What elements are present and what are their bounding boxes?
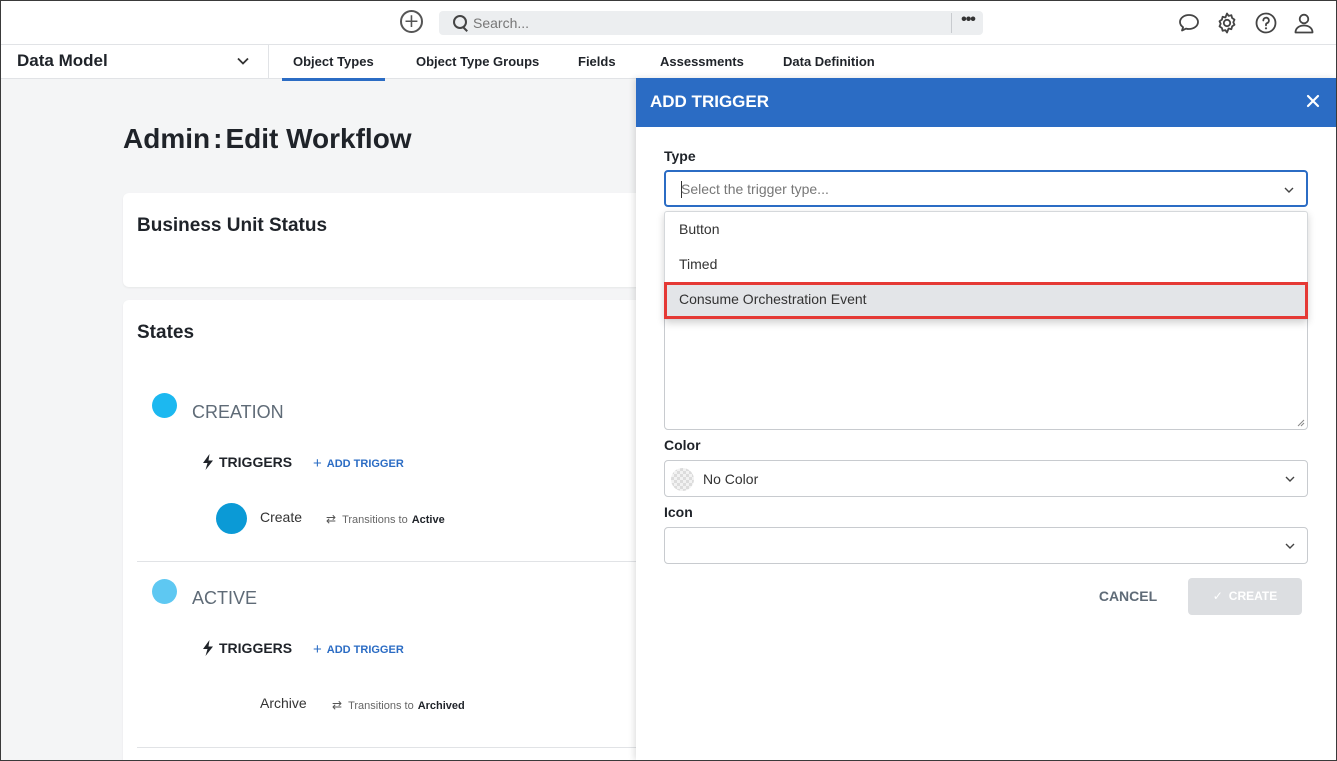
triggers-label: TRIGGERS: [219, 454, 293, 470]
tab-fields[interactable]: Fields: [578, 54, 616, 69]
chevron-down-icon: [1285, 543, 1295, 549]
tab-object-type-groups[interactable]: Object Type Groups: [416, 54, 539, 69]
page-title: Admin: Edit Workflow: [123, 123, 412, 154]
module-nav: Data Model Object Types Object Type Grou…: [0, 45, 1337, 81]
lightning-icon: [203, 640, 213, 656]
color-label: Color: [664, 437, 701, 453]
plus-circle-icon[interactable]: +: [400, 10, 423, 33]
close-icon[interactable]: [1304, 92, 1322, 110]
states-title: States: [137, 322, 195, 343]
dialog-header: ADD TRIGGER: [636, 78, 1336, 127]
no-color-swatch: [671, 468, 694, 491]
state-color-dot: [152, 579, 177, 604]
check-icon: ✓: [1212, 589, 1223, 603]
add-trigger-button[interactable]: + ADD TRIGGER: [313, 641, 404, 658]
add-trigger-panel: ADD TRIGGER Type Button Timed Consume Or…: [636, 78, 1336, 760]
option-timed[interactable]: Timed: [665, 247, 1307, 282]
trigger-name[interactable]: Archive: [260, 695, 307, 711]
transition-arrows-icon: ⇄: [326, 512, 337, 526]
chevron-down-icon: [1284, 187, 1294, 193]
state-divider: [137, 561, 649, 562]
option-consume-orchestration-event[interactable]: Consume Orchestration Event: [665, 282, 1307, 317]
plus-icon: +: [313, 641, 322, 658]
search-icon: [453, 15, 469, 31]
create-button[interactable]: ✓ CREATE: [1188, 578, 1302, 615]
color-select[interactable]: No Color: [664, 460, 1308, 497]
nav-divider: [268, 45, 269, 79]
icon-select[interactable]: [664, 527, 1308, 564]
type-input[interactable]: [681, 172, 1241, 205]
lightning-icon: [203, 454, 213, 470]
module-selector[interactable]: Data Model: [17, 51, 108, 71]
tab-data-definition[interactable]: Data Definition: [783, 54, 875, 69]
trigger-transition: ⇄ Transitions to Active: [326, 512, 445, 526]
type-select[interactable]: [664, 170, 1308, 207]
search-divider: [951, 13, 952, 33]
type-label: Type: [664, 148, 696, 164]
triggers-label: TRIGGERS: [219, 640, 293, 656]
workflow-name-card: Business Unit Status: [123, 193, 663, 287]
add-trigger-button[interactable]: + ADD TRIGGER: [313, 455, 404, 472]
icon-label: Icon: [664, 504, 693, 520]
top-bar: + •••: [0, 0, 1337, 45]
type-options-dropdown: Button Timed Consume Orchestration Event: [664, 211, 1308, 320]
help-icon[interactable]: [1254, 11, 1278, 35]
state-divider: [137, 747, 649, 748]
color-value: No Color: [703, 471, 759, 487]
gear-icon[interactable]: [1215, 11, 1239, 35]
resize-handle-icon[interactable]: [1297, 419, 1305, 427]
trigger-name[interactable]: Create: [260, 509, 302, 525]
state-name[interactable]: ACTIVE: [192, 588, 257, 609]
trigger-transition: ⇄ Transitions to Archived: [332, 698, 465, 712]
states-card: States CREATION TRIGGERS + ADD TRIGGER Cr…: [123, 300, 663, 761]
ellipsis-icon[interactable]: •••: [957, 12, 979, 33]
chat-icon[interactable]: [1177, 11, 1201, 35]
state-name[interactable]: CREATION: [192, 402, 284, 423]
workflow-name: Business Unit Status: [137, 215, 328, 236]
trigger-color-dot: [216, 503, 247, 534]
user-icon[interactable]: [1292, 11, 1316, 35]
search-input[interactable]: [473, 11, 953, 35]
plus-icon: +: [313, 455, 322, 472]
state-color-dot: [152, 393, 177, 418]
description-textarea[interactable]: [664, 314, 1308, 430]
dialog-title: ADD TRIGGER: [650, 92, 769, 111]
tab-object-types[interactable]: Object Types: [282, 54, 385, 81]
global-search[interactable]: •••: [439, 11, 983, 35]
tab-assessments[interactable]: Assessments: [660, 54, 744, 69]
option-button[interactable]: Button: [665, 212, 1307, 247]
chevron-down-icon[interactable]: [236, 54, 250, 68]
chevron-down-icon: [1285, 476, 1295, 482]
cancel-button[interactable]: CANCEL: [1088, 578, 1168, 614]
transition-arrows-icon: ⇄: [332, 698, 343, 712]
